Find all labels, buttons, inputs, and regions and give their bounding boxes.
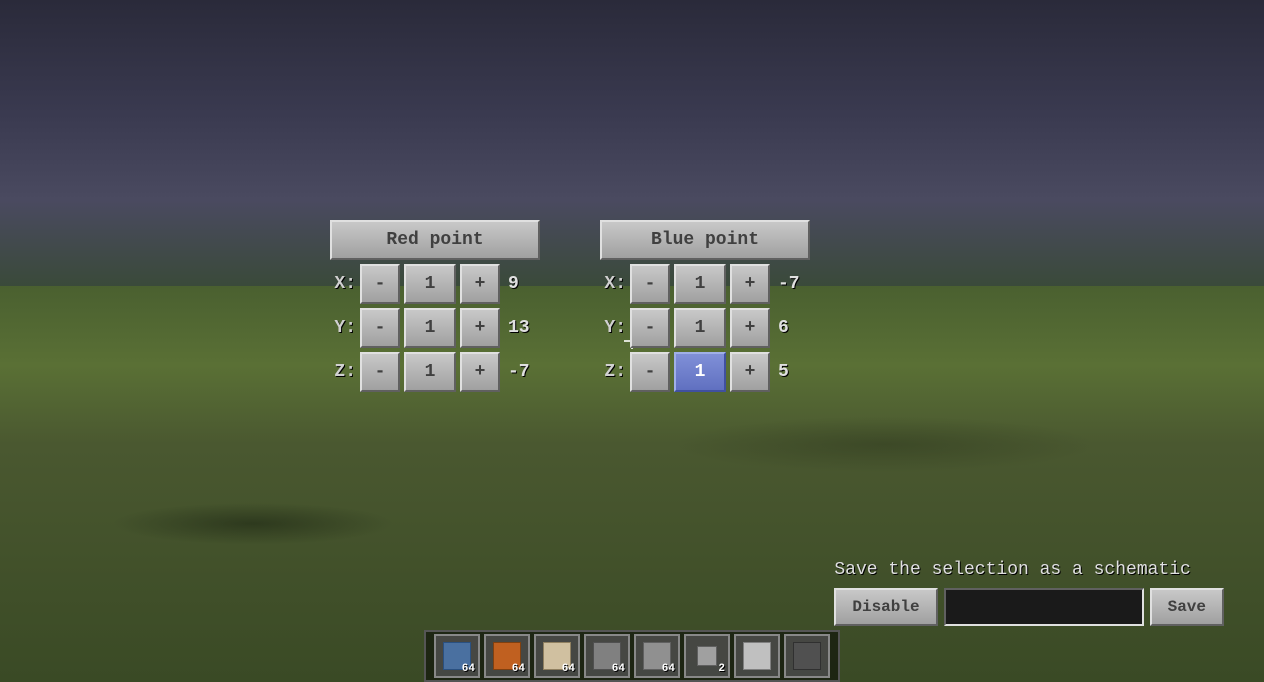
save-button[interactable]: Save <box>1150 588 1224 626</box>
blue-z-value-button[interactable]: 1 <box>674 352 726 392</box>
blue-z-minus-button[interactable]: - <box>630 352 670 392</box>
red-z-value-button[interactable]: 1 <box>404 352 456 392</box>
blue-z-result: 5 <box>778 362 808 382</box>
blue-y-row: Y: - 1 + 6 <box>600 308 810 348</box>
red-x-value-button[interactable]: 1 <box>404 264 456 304</box>
red-x-plus-button[interactable]: + <box>460 264 500 304</box>
red-y-plus-button[interactable]: + <box>460 308 500 348</box>
disable-button[interactable]: Disable <box>834 588 937 626</box>
hotbar-slot-5[interactable]: 64 <box>634 634 680 678</box>
red-point-title[interactable]: Red point <box>330 220 540 260</box>
save-panel: Save the selection as a schematic Disabl… <box>834 560 1224 626</box>
blue-z-label: Z: <box>600 362 626 382</box>
red-y-label: Y: <box>330 318 356 338</box>
hotbar-slot-1[interactable]: 64 <box>434 634 480 678</box>
red-point-panel: Red point X: - 1 + 9 Y: - 1 + 13 Z: - 1 … <box>330 220 540 392</box>
blue-y-minus-button[interactable]: - <box>630 308 670 348</box>
panels-container: Red point X: - 1 + 9 Y: - 1 + 13 Z: - 1 … <box>330 220 810 392</box>
blue-x-plus-button[interactable]: + <box>730 264 770 304</box>
blue-z-plus-button[interactable]: + <box>730 352 770 392</box>
hotbar-item-6 <box>697 646 717 666</box>
blue-y-result: 6 <box>778 318 808 338</box>
red-z-label: Z: <box>330 362 356 382</box>
blue-z-row: Z: - 1 + 5 <box>600 352 810 392</box>
blue-y-label: Y: <box>600 318 626 338</box>
red-x-minus-button[interactable]: - <box>360 264 400 304</box>
blue-x-row: X: - 1 + -7 <box>600 264 810 304</box>
hotbar-slot-7[interactable] <box>734 634 780 678</box>
hotbar-slot-2[interactable]: 64 <box>484 634 530 678</box>
hotbar-slot-8[interactable] <box>784 634 830 678</box>
red-x-row: X: - 1 + 9 <box>330 264 540 304</box>
red-z-plus-button[interactable]: + <box>460 352 500 392</box>
red-z-minus-button[interactable]: - <box>360 352 400 392</box>
hotbar-item-7 <box>743 642 771 670</box>
red-z-result: -7 <box>508 362 538 382</box>
save-controls: Disable Save <box>834 588 1224 626</box>
blue-y-plus-button[interactable]: + <box>730 308 770 348</box>
hotbar-slot-4[interactable]: 64 <box>584 634 630 678</box>
blue-y-value-button[interactable]: 1 <box>674 308 726 348</box>
red-z-row: Z: - 1 + -7 <box>330 352 540 392</box>
blue-x-minus-button[interactable]: - <box>630 264 670 304</box>
red-y-row: Y: - 1 + 13 <box>330 308 540 348</box>
red-y-minus-button[interactable]: - <box>360 308 400 348</box>
schematic-name-input[interactable] <box>944 588 1144 626</box>
save-panel-title: Save the selection as a schematic <box>834 560 1224 580</box>
red-y-value-button[interactable]: 1 <box>404 308 456 348</box>
blue-x-label: X: <box>600 274 626 294</box>
blue-point-title[interactable]: Blue point <box>600 220 810 260</box>
red-x-label: X: <box>330 274 356 294</box>
blue-x-result: -7 <box>778 274 808 294</box>
blue-point-panel: Blue point X: - 1 + -7 Y: - 1 + 6 Z: - 1… <box>600 220 810 392</box>
hotbar-slot-6[interactable]: 2 <box>684 634 730 678</box>
blue-x-value-button[interactable]: 1 <box>674 264 726 304</box>
red-x-result: 9 <box>508 274 538 294</box>
hotbar-slot-3[interactable]: 64 <box>534 634 580 678</box>
red-y-result: 13 <box>508 318 538 338</box>
hotbar: 64 64 64 64 64 2 <box>424 630 840 682</box>
hotbar-item-8 <box>793 642 821 670</box>
